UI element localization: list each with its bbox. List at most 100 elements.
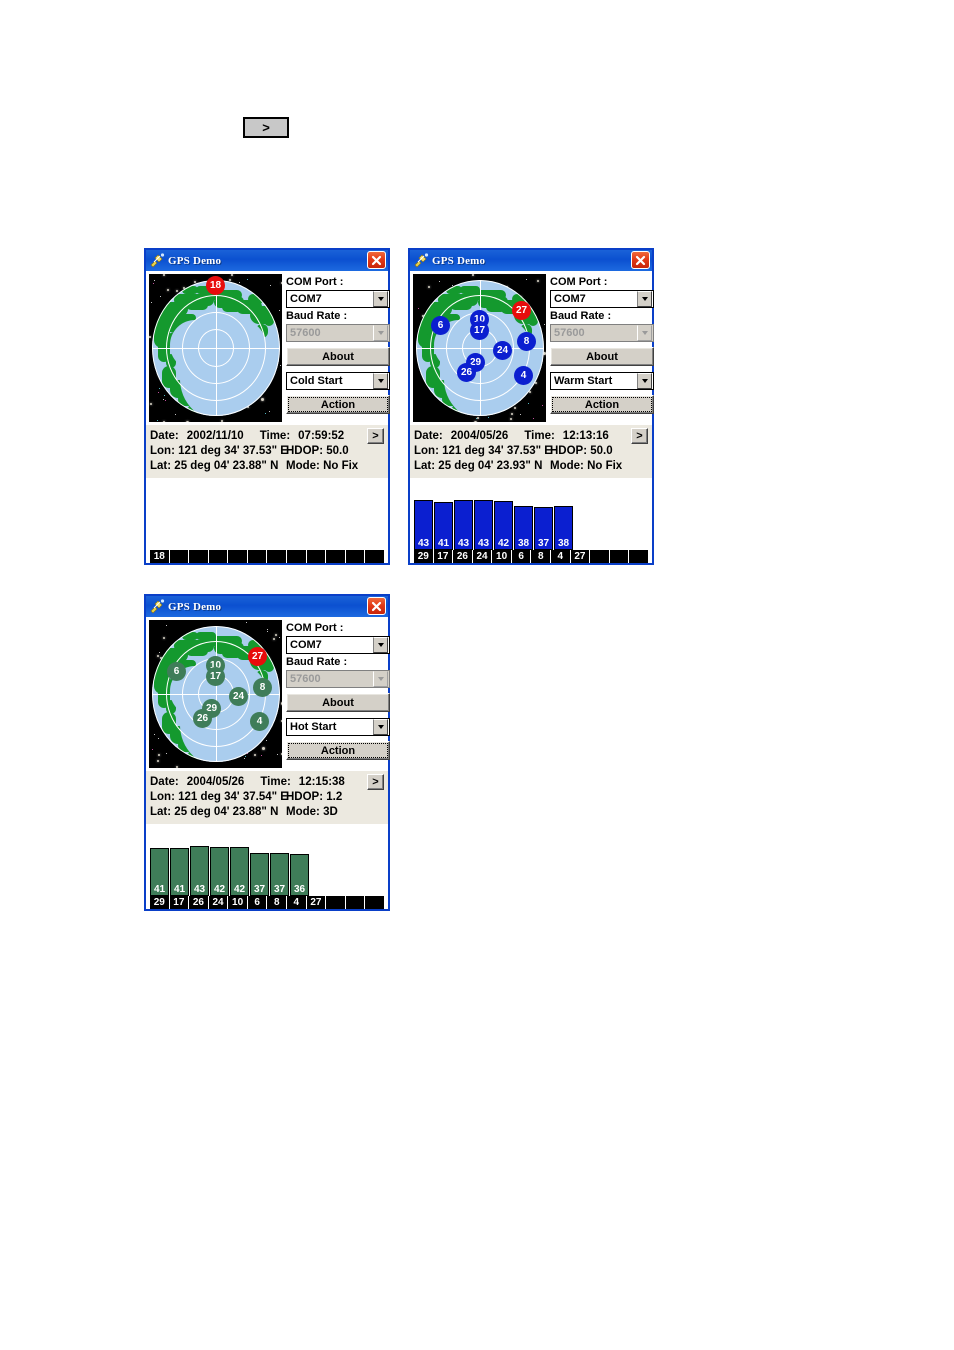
satellite-marker[interactable]: 4 <box>514 366 533 385</box>
prn-label <box>365 896 384 909</box>
prn-label: 26 <box>453 550 472 563</box>
baud-rate-select: 57600 <box>286 670 390 688</box>
hdop-field: HDOP: 50.0 <box>550 444 613 459</box>
about-button[interactable]: About <box>550 347 654 366</box>
com-port-select[interactable]: COM7 <box>550 290 654 308</box>
mode-field: Mode: No Fix <box>286 459 358 474</box>
longitude-row: Lon: 121 deg 34' 37.53" E HDOP: 50.0 <box>414 444 648 459</box>
com-port-select[interactable]: COM7 <box>286 636 390 654</box>
action-button[interactable]: Action <box>550 395 654 414</box>
prn-label: 18 <box>150 550 169 563</box>
com-port-select[interactable]: COM7 <box>286 290 390 308</box>
signal-bar-column: 43 <box>190 846 209 896</box>
start-mode-value: Cold Start <box>290 375 343 387</box>
chevron-down-icon[interactable] <box>373 719 388 735</box>
satellite-marker[interactable]: 4 <box>250 712 269 731</box>
start-mode-select[interactable]: Hot Start <box>286 718 390 736</box>
next-record-button[interactable]: > <box>367 774 384 790</box>
signal-bar: 36 <box>290 854 309 896</box>
chevron-down-icon[interactable] <box>373 637 388 653</box>
com-port-value: COM7 <box>290 293 322 305</box>
action-button[interactable]: Action <box>286 395 390 414</box>
latitude-row: Lat: 25 deg 04' 23.93" N Mode: No Fix <box>414 459 648 474</box>
prn-label <box>267 550 287 563</box>
close-icon[interactable] <box>367 597 386 615</box>
signal-bar-column: 43 <box>414 500 433 550</box>
mode-label: Mode: <box>550 460 584 472</box>
prn-label <box>345 550 365 563</box>
prn-label <box>189 550 208 563</box>
satellite-marker[interactable]: 17 <box>470 321 489 340</box>
satellite-marker[interactable]: 17 <box>206 667 225 686</box>
com-port-label: COM Port : <box>286 622 344 634</box>
satellite-marker[interactable]: 18 <box>206 276 225 295</box>
satellite-icon <box>413 253 429 268</box>
close-icon[interactable] <box>367 251 386 269</box>
hdop-value: 50.0 <box>590 445 613 457</box>
satellite-marker[interactable]: 8 <box>517 332 536 351</box>
latitude-label: Lat: <box>414 460 436 472</box>
signal-bar-column: 38 <box>554 506 573 550</box>
baud-rate-label: Baud Rate : <box>286 656 348 668</box>
signal-bars: 41 41 43 42 42 37 37 36 <box>150 824 390 896</box>
about-button[interactable]: About <box>286 693 390 712</box>
chevron-down-icon[interactable] <box>637 373 652 389</box>
about-button[interactable]: About <box>286 347 390 366</box>
action-button-label: Action <box>320 744 356 757</box>
window-titlebar[interactable]: GPS Demo <box>410 250 652 271</box>
next-record-button[interactable]: > <box>631 428 648 444</box>
chevron-down-icon <box>373 671 388 687</box>
sky-view[interactable]: 18 <box>149 274 282 422</box>
com-port-label: COM Port : <box>286 276 344 288</box>
chevron-down-icon[interactable] <box>373 291 388 307</box>
satellite-marker[interactable]: 27 <box>248 647 267 666</box>
satellite-marker[interactable]: 8 <box>253 678 272 697</box>
signal-bars: 43 41 43 43 42 38 37 38 <box>414 478 654 550</box>
signal-bar-column: 37 <box>534 507 553 550</box>
signal-strength-chart: 41 41 43 42 42 37 37 36 <box>146 824 388 896</box>
satellite-marker[interactable]: 26 <box>457 363 476 382</box>
time-label: Time: <box>260 776 291 788</box>
date-value: 2004/05/26 <box>450 430 509 442</box>
signal-bar-column: 41 <box>434 502 453 550</box>
baud-rate-select: 57600 <box>550 324 654 342</box>
hdop-value: 50.0 <box>326 445 349 457</box>
prn-label: 10 <box>228 896 247 909</box>
date-label: Date: <box>150 430 179 442</box>
latitude-row: Lat: 25 deg 04' 23.88" N Mode: No Fix <box>150 459 384 474</box>
sky-view[interactable]: 6 10 17 27 8 24 29 26 4 <box>149 620 282 768</box>
next-page-button[interactable]: > <box>243 117 289 138</box>
satellite-marker[interactable]: 6 <box>167 662 186 681</box>
start-mode-select[interactable]: Cold Start <box>286 372 390 390</box>
chevron-down-icon[interactable] <box>637 291 652 307</box>
mode-value: No Fix <box>587 460 623 472</box>
satellite-marker[interactable]: 27 <box>512 301 531 320</box>
longitude-value: 121 deg 34' 37.53" E <box>178 445 288 457</box>
prn-label <box>365 550 384 563</box>
satellite-marker[interactable]: 24 <box>493 341 512 360</box>
action-button[interactable]: Action <box>286 741 390 760</box>
window-upper-area: 6 10 17 27 8 24 29 26 4 COM Port : COM7 Baud Rate :… <box>410 271 654 422</box>
next-record-button[interactable]: > <box>367 428 384 444</box>
prn-label <box>629 550 648 563</box>
chevron-down-icon[interactable] <box>373 373 388 389</box>
prn-label: 24 <box>208 896 228 909</box>
satellite-marker[interactable]: 24 <box>229 687 248 706</box>
close-icon[interactable] <box>631 251 650 269</box>
window-titlebar[interactable]: GPS Demo <box>146 250 388 271</box>
prn-label <box>590 550 609 563</box>
start-mode-select[interactable]: Warm Start <box>550 372 654 390</box>
longitude-label: Lon: <box>414 445 439 457</box>
signal-bars <box>150 478 390 550</box>
window-titlebar[interactable]: GPS Demo <box>146 596 388 617</box>
prn-label: 4 <box>551 550 570 563</box>
sky-view[interactable]: 6 10 17 27 8 24 29 26 4 <box>413 274 546 422</box>
satellite-marker[interactable]: 6 <box>431 316 450 335</box>
prn-label-row: 29 17 26 24 10 6 8 4 27 <box>146 896 388 909</box>
prn-label <box>326 896 345 909</box>
longitude-field: Lon: 121 deg 34' 37.54" E <box>150 790 288 805</box>
time-label: Time: <box>524 430 555 442</box>
satellite-marker[interactable]: 26 <box>193 709 212 728</box>
signal-bar-column: 37 <box>250 853 269 896</box>
prn-label: 29 <box>414 550 433 563</box>
